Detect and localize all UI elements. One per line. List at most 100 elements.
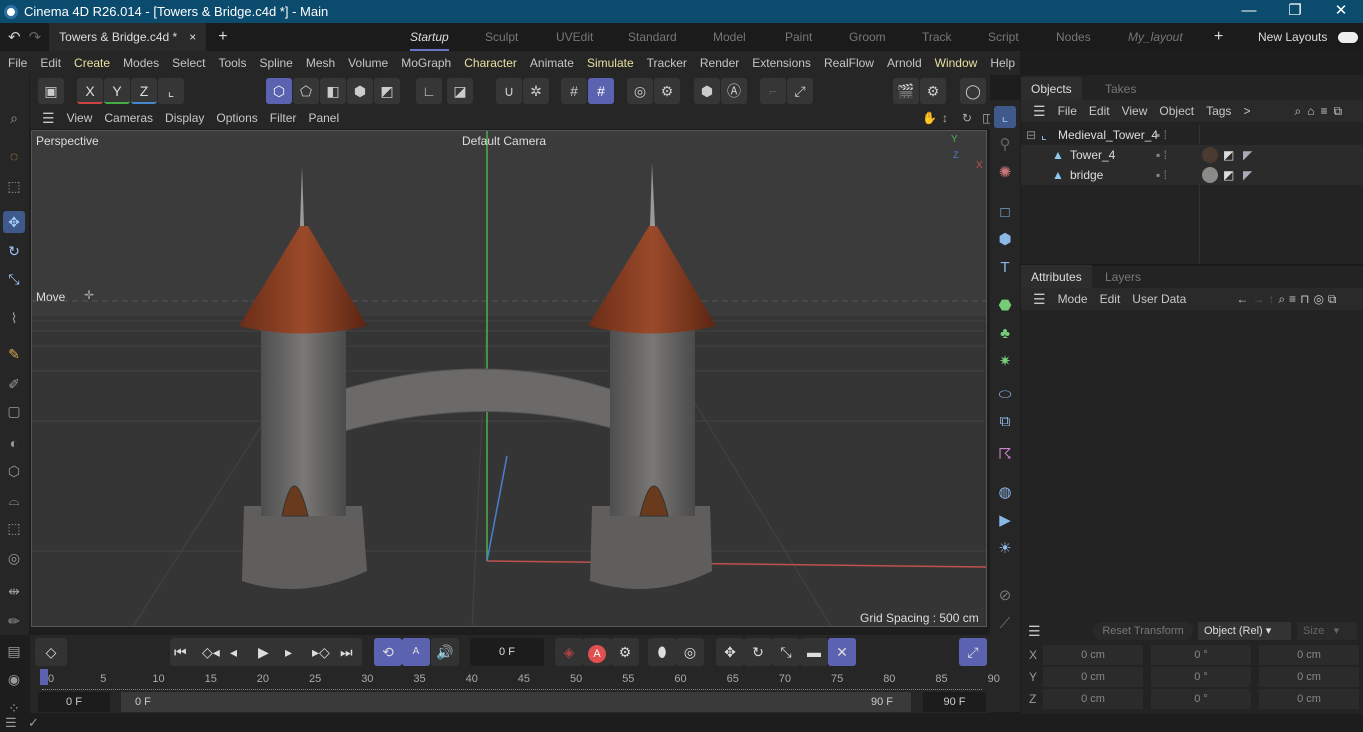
dolly-icon[interactable]: ↕ [942,111,948,125]
layout-tab-nodes[interactable]: Nodes [1056,23,1091,51]
menu-tracker[interactable]: Tracker [647,56,687,70]
attributes-filter-icon[interactable]: ≡ [1289,292,1296,306]
viewport-menu-options[interactable]: Options [216,111,257,125]
grid-snap-icon[interactable]: # [561,78,587,104]
visibility-dots-icon[interactable]: ▪ ⁞ [1156,145,1167,165]
lock-icon[interactable]: ⊓ [1300,292,1309,306]
keyframe-icon[interactable]: ◇ [35,638,67,666]
autokey-icon[interactable]: A [583,638,611,666]
auto-key-mode-icon[interactable]: A [402,638,430,666]
viewport-menu-panel[interactable]: Panel [308,111,339,125]
render-region-icon[interactable]: ⬢ [694,78,720,104]
menu-extensions[interactable]: Extensions [752,56,811,70]
rotation-key-icon[interactable]: ↻ [744,638,772,666]
menu-window[interactable]: Window [935,56,978,70]
text-icon[interactable]: T [994,257,1016,279]
phong-tag-icon[interactable]: ◤ [1243,145,1252,165]
tab-objects[interactable]: Objects [1021,77,1082,101]
menu-help[interactable]: Help [990,56,1015,70]
target-icon[interactable]: ◎ [1313,292,1323,306]
loop-icon[interactable]: ⟲ [374,638,402,666]
null-object-icon[interactable]: ⌞ [994,106,1016,128]
3d-viewport[interactable]: Perspective Default Camera Move ✛ Y X Z … [31,130,987,627]
tab-takes[interactable]: Takes [1095,77,1146,101]
coordinates-hamburger-icon[interactable]: ☰ [1028,623,1041,640]
forward-arrow-icon[interactable]: → [1252,292,1264,306]
object-name[interactable]: Medieval_Tower_4 [1058,125,1158,145]
bone-icon[interactable]: ✺ [994,162,1016,184]
viewport-menu-cameras[interactable]: Cameras [104,111,153,125]
y-axis-lock-button[interactable]: Y [104,78,130,104]
objects-menu-view[interactable]: View [1122,104,1148,118]
phong-tag-icon[interactable]: ◤ [1243,165,1252,185]
visibility-dots-icon[interactable]: ▪ ⁞ [1156,165,1167,185]
filter-icon[interactable]: ≡ [1320,104,1327,118]
workplane-icon[interactable]: ▤ [3,640,25,662]
go-to-start-icon[interactable]: ⏮ [174,638,187,666]
layout-tab-groom[interactable]: Groom [849,23,886,51]
light-icon[interactable]: ☀ [994,538,1016,560]
redo-icon[interactable]: ↷ [29,28,42,46]
rotation-y-field[interactable]: 0 ° [1151,667,1251,687]
snap-magnet-icon[interactable]: ∪ [496,78,522,104]
export-icon[interactable]: ⤢ [787,78,813,104]
coordinate-mode-dropdown[interactable]: Object (Rel) ▾ [1198,622,1291,640]
joint-icon[interactable]: ⚲ [994,134,1016,156]
layout-tab-track[interactable]: Track [922,23,952,51]
object-row-tower[interactable]: ▲ Tower_4 ▪ ⁞ ◩ ◤ [1021,145,1363,165]
add-layout-button[interactable]: + [1214,23,1223,51]
position-y-field[interactable]: 0 cm [1043,667,1143,687]
environment-icon[interactable]: ◍ [994,482,1016,504]
objects-menu-object[interactable]: Object [1159,104,1194,118]
texture-mode-icon[interactable]: ◪ [447,78,473,104]
material-icon[interactable]: ◯ [960,78,986,104]
rotate-tool-icon[interactable]: ↻ [3,240,25,262]
attributes-menu-edit[interactable]: Edit [1100,292,1121,306]
cube-icon[interactable]: ⬢ [994,229,1016,251]
objects-menu-tags[interactable]: Tags [1206,104,1231,118]
camera-label[interactable]: Default Camera [462,134,546,148]
layout-tab-model[interactable]: Model [713,23,746,51]
model-mode-icon[interactable]: ⬡ [266,78,292,104]
spline-icon[interactable]: ☈ [994,444,1016,466]
layout-tab-uvedit[interactable]: UVEdit [556,23,593,51]
menu-spline[interactable]: Spline [259,56,292,70]
menu-mograph[interactable]: MoGraph [401,56,451,70]
reset-transform-button[interactable]: Reset Transform [1093,622,1193,640]
rotation-x-field[interactable]: 0 ° [1151,645,1251,665]
menu-modes[interactable]: Modes [123,56,159,70]
extrude-icon[interactable]: ▢ [3,400,25,422]
menu-select[interactable]: Select [172,56,205,70]
material-tag-icon[interactable] [1202,167,1218,183]
object-name[interactable]: Tower_4 [1070,145,1115,165]
tab-attributes[interactable]: Attributes [1021,265,1092,289]
mirror-icon[interactable]: ⇹ [3,580,25,602]
layout-tab-startup[interactable]: Startup [410,23,449,51]
edges-mode-icon[interactable]: ◧ [320,78,346,104]
subdivision-icon[interactable]: ⬣ [994,295,1016,317]
brush-icon[interactable]: ⌇ [3,307,25,329]
material-tag-icon[interactable] [1202,147,1218,163]
size-dropdown[interactable]: Size ▾ [1297,622,1357,640]
workplane-lock-icon[interactable]: # [588,78,614,104]
viewport-menu-display[interactable]: Display [165,111,204,125]
new-window-icon[interactable]: ⧉ [1328,292,1337,307]
field-icon[interactable]: ⧉ [994,411,1016,433]
attributes-menu-mode[interactable]: Mode [1058,292,1088,306]
objects-menu-more[interactable]: > [1243,104,1250,118]
file-tab[interactable]: Towers & Bridge.c4d * × [49,23,207,51]
cube-tool-icon[interactable]: ⬡ [3,460,25,482]
coordinate-system-icon[interactable]: ⌞ [158,78,184,104]
scale-x-field[interactable]: 0 cm [1259,645,1359,665]
play-icon[interactable]: ▶ [258,638,269,666]
status-check-icon[interactable]: ✓ [28,715,39,731]
parameter-key-icon[interactable]: ▬ [800,638,828,666]
rotation-z-field[interactable]: 0 ° [1151,689,1251,709]
menu-edit[interactable]: Edit [40,56,61,70]
layout-tab-my-layout[interactable]: My_layout [1128,23,1183,51]
polygon-pen-icon[interactable]: ⬚ [3,517,25,539]
make-editable-icon[interactable]: ⌐ [760,78,786,104]
up-arrow-icon[interactable]: ↑ [1268,292,1274,306]
restore-button[interactable]: ❐ [1272,0,1318,23]
live-selection-icon[interactable]: ◌ [3,145,25,167]
